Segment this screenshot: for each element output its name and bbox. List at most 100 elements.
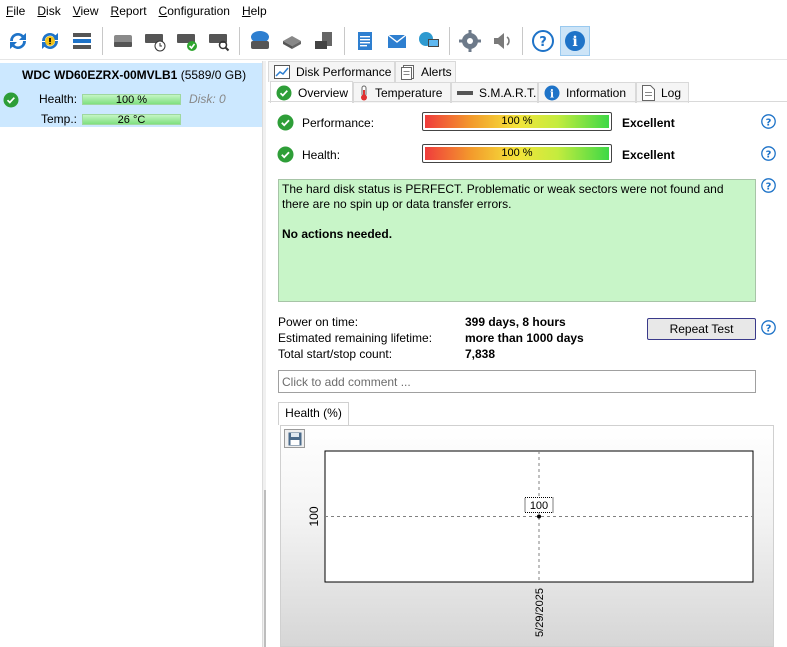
menu-view[interactable]: View <box>67 0 105 22</box>
tab-information[interactable]: i Information <box>538 82 636 103</box>
notepad-icon <box>358 31 372 50</box>
disk-number: Disk: 0 <box>189 92 226 106</box>
disk-health-bar: 100 % <box>82 94 181 106</box>
settings-button[interactable] <box>455 26 485 56</box>
help-button[interactable]: ? <box>528 26 558 56</box>
repeat-test-help-icon[interactable]: ? <box>761 320 776 335</box>
info-icon: i <box>565 30 585 51</box>
tab-label: Information <box>566 86 627 100</box>
toolbar-separator <box>344 26 345 55</box>
network-disk-icon <box>315 31 332 49</box>
tab-alerts[interactable]: Alerts <box>395 61 456 82</box>
x-tick-label: 5/29/2025 <box>534 588 546 637</box>
tab-disk-performance[interactable]: Disk Performance <box>268 61 395 82</box>
power-on-value: 399 days, 8 hours <box>465 315 566 329</box>
refresh-warning-button[interactable] <box>35 26 65 56</box>
menu-file[interactable]: File <box>0 0 31 22</box>
tab-log[interactable]: Log <box>636 82 689 103</box>
toolbar: ? i <box>0 22 787 60</box>
menu-bar: File Disk View Report Configuration Help <box>0 0 787 22</box>
tab-overview[interactable]: Overview <box>270 81 353 103</box>
tab-label: Alerts <box>421 65 452 79</box>
power-on-label: Power on time: <box>278 315 359 329</box>
log-document-icon <box>642 85 655 101</box>
svg-text:?: ? <box>539 35 547 50</box>
toolbar-separator <box>522 26 523 55</box>
refresh-warning-icon <box>42 32 58 49</box>
svg-text:?: ? <box>766 323 772 334</box>
network-disk-button[interactable] <box>309 26 339 56</box>
menu-configuration[interactable]: Configuration <box>153 0 236 22</box>
refresh-button[interactable] <box>3 26 33 56</box>
disk-search-icon <box>209 33 230 51</box>
disk-search-button[interactable] <box>204 26 234 56</box>
tab-label: Log <box>661 86 682 100</box>
svg-text:?: ? <box>766 149 772 160</box>
health-help-icon[interactable]: ? <box>761 146 776 161</box>
data-point <box>537 514 541 519</box>
smart-drive-icon <box>457 89 473 97</box>
performance-bar: 100 % <box>422 112 612 131</box>
disk-schedule-button[interactable] <box>140 26 170 56</box>
usb-disk-button[interactable] <box>277 26 307 56</box>
notepad-button[interactable] <box>350 26 380 56</box>
tab-temperature[interactable]: Temperature <box>353 82 451 103</box>
disk-list-button[interactable] <box>67 26 97 56</box>
svg-text:?: ? <box>766 117 772 128</box>
remote-monitor-button[interactable] <box>414 26 444 56</box>
data-label: 100 <box>530 500 548 512</box>
disk-list-icon <box>73 32 91 49</box>
health-ok-icon <box>277 146 294 163</box>
menu-disk[interactable]: Disk <box>31 0 66 22</box>
info-button[interactable]: i <box>560 25 590 56</box>
remote-monitor-icon <box>419 31 439 47</box>
information-icon: i <box>544 85 560 101</box>
health-bar: 100 % <box>422 144 612 163</box>
disk-icon <box>114 34 132 47</box>
health-ok-icon <box>3 92 19 108</box>
alerts-document-icon <box>401 64 415 80</box>
svg-text:?: ? <box>766 181 772 192</box>
health-rating: Excellent <box>622 148 675 162</box>
speaker-icon <box>494 32 510 49</box>
startstop-label: Total start/stop count: <box>278 347 393 361</box>
disk-name: WDC WD60EZRX-00MVLB1 (5589/0 GB) <box>22 68 247 82</box>
thermometer-icon <box>359 85 369 101</box>
settings-gear-icon <box>459 29 481 52</box>
email-button[interactable] <box>382 26 412 56</box>
tab-smart[interactable]: S.M.A.R.T. <box>451 82 538 103</box>
disk-schedule-icon <box>145 33 166 51</box>
tab-divider <box>268 101 787 102</box>
disk-temp-bar: 26 °C <box>82 114 181 126</box>
tab-label: S.M.A.R.T. <box>479 86 537 100</box>
disk-button[interactable] <box>108 26 138 56</box>
disk-backup-icon <box>251 30 269 49</box>
performance-help-icon[interactable]: ? <box>761 114 776 129</box>
startstop-value: 7,838 <box>465 347 496 361</box>
overview-check-icon <box>276 85 292 101</box>
performance-bar-fill: 100 % <box>425 115 609 128</box>
toolbar-separator <box>239 26 240 55</box>
y-tick-label: 100 <box>307 506 321 526</box>
usb-disk-icon <box>283 35 301 49</box>
svg-text:i: i <box>572 34 577 50</box>
sound-button[interactable] <box>487 26 517 56</box>
comment-input[interactable] <box>278 370 756 393</box>
repeat-test-button[interactable]: Repeat Test <box>647 318 756 340</box>
performance-label: Performance: <box>302 116 375 130</box>
status-message-box: The hard disk status is PERFECT. Problem… <box>278 179 756 302</box>
disk-check-button[interactable] <box>172 26 202 56</box>
disk-health-label: Health: <box>39 92 78 106</box>
disk-list-item[interactable]: WDC WD60EZRX-00MVLB1 (5589/0 GB) Health:… <box>0 63 262 127</box>
lifetime-label: Estimated remaining lifetime: <box>278 331 433 345</box>
disk-backup-button[interactable] <box>245 26 275 56</box>
disk-list-panel: WDC WD60EZRX-00MVLB1 (5589/0 GB) Health:… <box>0 61 264 647</box>
status-help-icon[interactable]: ? <box>761 178 776 193</box>
lifetime-value: more than 1000 days <box>465 331 584 345</box>
health-bar-fill: 100 % <box>425 147 609 160</box>
panel-scrollbar[interactable] <box>264 490 266 647</box>
menu-report[interactable]: Report <box>105 0 153 22</box>
health-label: Health: <box>302 148 341 162</box>
menu-help[interactable]: Help <box>236 0 273 22</box>
tab-health-chart[interactable]: Health (%) <box>278 402 349 425</box>
